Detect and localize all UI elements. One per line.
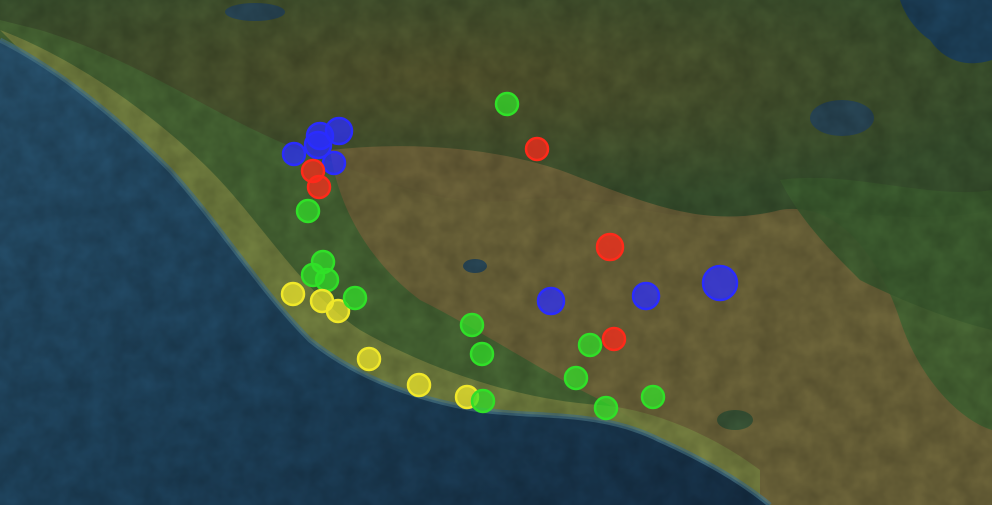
map-marker-blue[interactable] — [701, 264, 739, 302]
marker-layer — [280, 91, 739, 421]
map-marker-yellow[interactable] — [406, 372, 432, 398]
map-marker-green[interactable] — [469, 341, 495, 367]
map-marker-red[interactable] — [595, 232, 625, 262]
map-marker-blue[interactable] — [631, 281, 661, 311]
map-marker-green[interactable] — [640, 384, 666, 410]
map-marker-green[interactable] — [342, 285, 368, 311]
map-marker-blue[interactable] — [321, 150, 347, 176]
map-marker-green[interactable] — [470, 388, 496, 414]
map-marker-yellow[interactable] — [280, 281, 306, 307]
map-marker-green[interactable] — [577, 332, 603, 358]
map-marker-red[interactable] — [601, 326, 627, 352]
map-marker-green[interactable] — [494, 91, 520, 117]
map-marker-green[interactable] — [593, 395, 619, 421]
map-marker-green[interactable] — [295, 198, 321, 224]
map-marker-blue[interactable] — [281, 141, 307, 167]
map-view[interactable] — [0, 0, 992, 505]
map-marker-yellow[interactable] — [356, 346, 382, 372]
map-marker-blue[interactable] — [536, 286, 566, 316]
map-marker-green[interactable] — [314, 267, 340, 293]
map-marker-red[interactable] — [306, 174, 332, 200]
map-marker-green[interactable] — [459, 312, 485, 338]
map-marker-red[interactable] — [524, 136, 550, 162]
map-marker-green[interactable] — [563, 365, 589, 391]
